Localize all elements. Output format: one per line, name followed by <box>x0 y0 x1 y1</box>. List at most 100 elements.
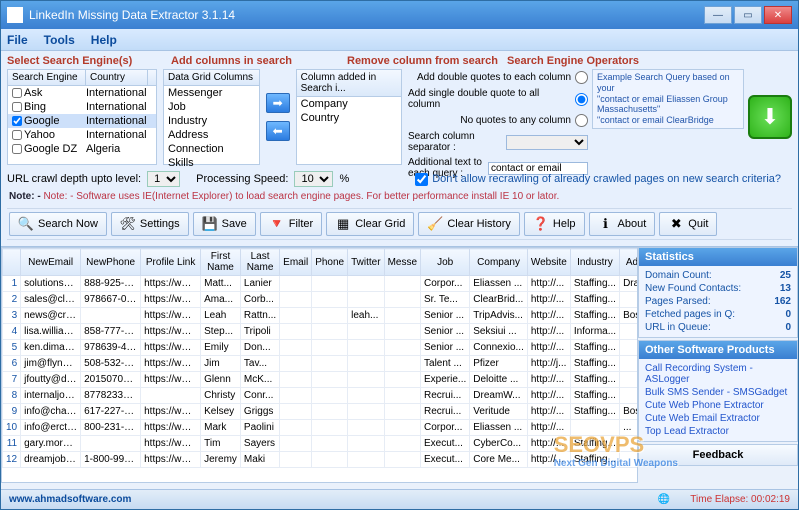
product-link[interactable]: Bulk SMS Sender - SMSGadget <box>645 386 791 399</box>
about-button[interactable]: ℹAbout <box>589 212 656 236</box>
column-header[interactable]: Profile Link <box>141 249 201 276</box>
list-item[interactable]: Country <box>297 111 401 125</box>
search-icon: 🔍 <box>18 216 34 232</box>
vendor-link[interactable]: www.ahmadsoftware.com <box>9 494 131 505</box>
maximize-button[interactable]: ▭ <box>734 6 762 24</box>
list-item[interactable]: Address <box>164 128 259 142</box>
save-icon: 💾 <box>202 216 218 232</box>
column-header[interactable]: Company <box>470 249 528 276</box>
product-link[interactable]: Cute Web Phone Extractor <box>645 399 791 412</box>
crawl-depth-select[interactable]: 1 <box>147 171 180 187</box>
search-now-button[interactable]: 🔍Search Now <box>9 212 107 236</box>
header-remove: Remove column from search <box>347 55 499 67</box>
example-query-box: Example Search Query based on your "cont… <box>592 69 744 129</box>
table-row[interactable]: 7jfoutty@deloitt...201507010...https://w… <box>3 372 639 388</box>
minimize-button[interactable]: — <box>704 6 732 24</box>
column-header[interactable]: NewPhone <box>81 249 141 276</box>
table-row[interactable]: 1solutions@elia...888-925-68...https://w… <box>3 276 639 292</box>
list-item[interactable]: Skills <box>164 156 259 170</box>
crawl-depth-label: URL crawl depth upto level: <box>7 173 141 185</box>
filter-button[interactable]: 🔻Filter <box>260 212 322 236</box>
window-title: LinkedIn Missing Data Extractor 3.1.14 <box>29 8 235 22</box>
column-header[interactable]: First Name <box>201 249 241 276</box>
separator-select[interactable] <box>506 135 588 150</box>
search-engine-row[interactable]: BingInternational <box>8 100 156 114</box>
table-row[interactable]: 6jim@flynnlsg.co...508-532-1128https://w… <box>3 356 639 372</box>
table-row[interactable]: 9info@chaseletec...617-227-50...https://… <box>3 404 639 420</box>
table-row[interactable]: 12dreamjobs@cor...1-800-995-2...https://… <box>3 452 639 468</box>
column-header[interactable]: Industry <box>570 249 619 276</box>
column-header[interactable]: Website <box>527 249 570 276</box>
quit-button[interactable]: ✖Quit <box>659 212 717 236</box>
column-header[interactable]: Phone <box>312 249 348 276</box>
clear-history-button[interactable]: 🧹Clear History <box>418 212 520 236</box>
help-button[interactable]: ❓Help <box>524 212 585 236</box>
column-header[interactable]: Email <box>280 249 312 276</box>
statistics-box: Statistics Domain Count:25New Found Cont… <box>638 247 798 338</box>
table-row[interactable]: 3news@cruisecri...https://www.link...Lea… <box>3 308 639 324</box>
product-link[interactable]: Call Recording System - ASLogger <box>645 362 791 386</box>
data-grid[interactable]: NewEmailNewPhoneProfile LinkFirst NameLa… <box>1 247 638 483</box>
list-item[interactable]: Industry <box>164 114 259 128</box>
app-icon <box>7 7 23 23</box>
added-columns-header: Column added in Search i... <box>297 70 401 97</box>
broom-icon: 🧹 <box>427 216 443 232</box>
header-operators: Search Engine Operators <box>507 55 639 67</box>
column-header[interactable]: Twitter <box>348 249 384 276</box>
radio-double-quotes[interactable]: Add double quotes to each column <box>408 71 588 84</box>
chrome-icon: 🌐 <box>658 494 670 505</box>
table-row[interactable]: 11gary.morgan@k...https://www.link...Tim… <box>3 436 639 452</box>
column-header[interactable] <box>3 249 21 276</box>
clear-grid-button[interactable]: ▦Clear Grid <box>326 212 414 236</box>
remove-column-button[interactable]: ⬅ <box>266 121 290 141</box>
help-icon: ❓ <box>533 216 549 232</box>
stat-row: Fetched pages in Q:0 <box>645 308 791 321</box>
search-engine-row[interactable]: YahooInternational <box>8 128 156 142</box>
close-button[interactable]: ✕ <box>764 6 792 24</box>
header-select: Select Search Engine(s) <box>7 55 163 67</box>
toolbar: 🔍Search Now 🛠Settings 💾Save 🔻Filter ▦Cle… <box>7 208 792 240</box>
product-link[interactable]: Cute Web Email Extractor <box>645 412 791 425</box>
separator-label: Search column separator : <box>408 131 502 153</box>
table-row[interactable]: 4lisa.williams@se...858-777-26...https:/… <box>3 324 639 340</box>
list-item[interactable]: Connection <box>164 142 259 156</box>
product-link[interactable]: Top Lead Extractor <box>645 425 791 438</box>
column-header[interactable]: Messe <box>384 249 420 276</box>
list-item[interactable]: Job <box>164 100 259 114</box>
header-add: Add columns in search <box>171 55 309 67</box>
col-country: Country <box>86 70 148 85</box>
radio-no-quotes[interactable]: No quotes to any column <box>408 114 588 127</box>
menu-tools[interactable]: Tools <box>44 33 75 47</box>
recrawl-checkbox[interactable]: Don't allow recrawling of already crawle… <box>415 173 781 186</box>
statusbar: www.ahmadsoftware.com 🌐 Time Elapse: 00:… <box>1 489 798 509</box>
column-header[interactable]: Addr <box>620 249 638 276</box>
column-header[interactable]: Last Name <box>240 249 279 276</box>
search-engine-row[interactable]: Google DZAlgeria <box>8 142 156 156</box>
app-window: LinkedIn Missing Data Extractor 3.1.14 —… <box>0 0 799 510</box>
list-item[interactable]: Messenger <box>164 86 259 100</box>
titlebar: LinkedIn Missing Data Extractor 3.1.14 —… <box>1 1 798 29</box>
feedback-button[interactable]: Feedback <box>638 444 798 466</box>
column-header[interactable]: Job <box>421 249 470 276</box>
column-header[interactable]: NewEmail <box>21 249 81 276</box>
table-row[interactable]: 5ken.dimaggio@...978639-426...https://ww… <box>3 340 639 356</box>
radio-single-quote[interactable]: Add single double quote to all column <box>408 88 588 110</box>
search-engine-row[interactable]: AskInternational <box>8 86 156 100</box>
products-box: Other Software Products Call Recording S… <box>638 340 798 442</box>
main-area: NewEmailNewPhoneProfile LinkFirst NameLa… <box>1 247 798 483</box>
go-button[interactable]: ⬇ <box>748 95 792 139</box>
stat-row: New Found Contacts:13 <box>645 282 791 295</box>
table-row[interactable]: 10info@erctem.us...800-231-49...https://… <box>3 420 639 436</box>
table-row[interactable]: 2sales@clearbrid...978667-071...https://… <box>3 292 639 308</box>
note-text: Note: - Note: - Software uses IE(Interne… <box>7 189 792 204</box>
save-button[interactable]: 💾Save <box>193 212 256 236</box>
search-engine-row[interactable]: GoogleInternational <box>8 114 156 128</box>
menu-file[interactable]: File <box>7 33 28 47</box>
add-column-button[interactable]: ➡ <box>266 93 290 113</box>
settings-button[interactable]: 🛠Settings <box>111 212 189 236</box>
list-item[interactable]: Company <box>297 97 401 111</box>
table-row[interactable]: 8internaljobs@sn...877823366...ChristyCo… <box>3 388 639 404</box>
stat-row: URL in Queue:0 <box>645 321 791 334</box>
speed-select[interactable]: 10 <box>294 171 333 187</box>
menu-help[interactable]: Help <box>91 33 117 47</box>
